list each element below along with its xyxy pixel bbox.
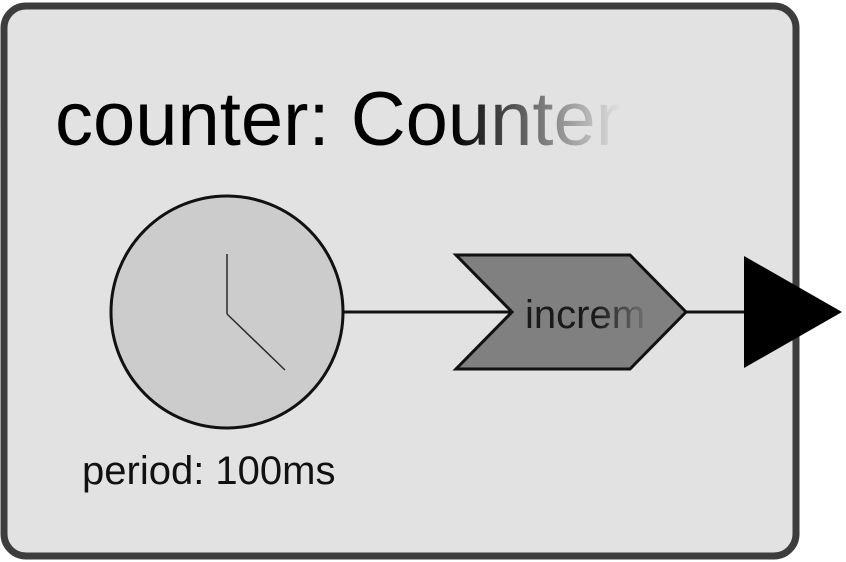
- reaction-label: increm: [525, 293, 645, 337]
- timer-period-label: period: 100ms: [82, 449, 335, 493]
- timer-clock-icon[interactable]: [109, 194, 345, 430]
- reactor-diagram: counter: Counter period: 100ms increm: [0, 2, 842, 560]
- reactor-title: counter: Counter: [55, 77, 621, 162]
